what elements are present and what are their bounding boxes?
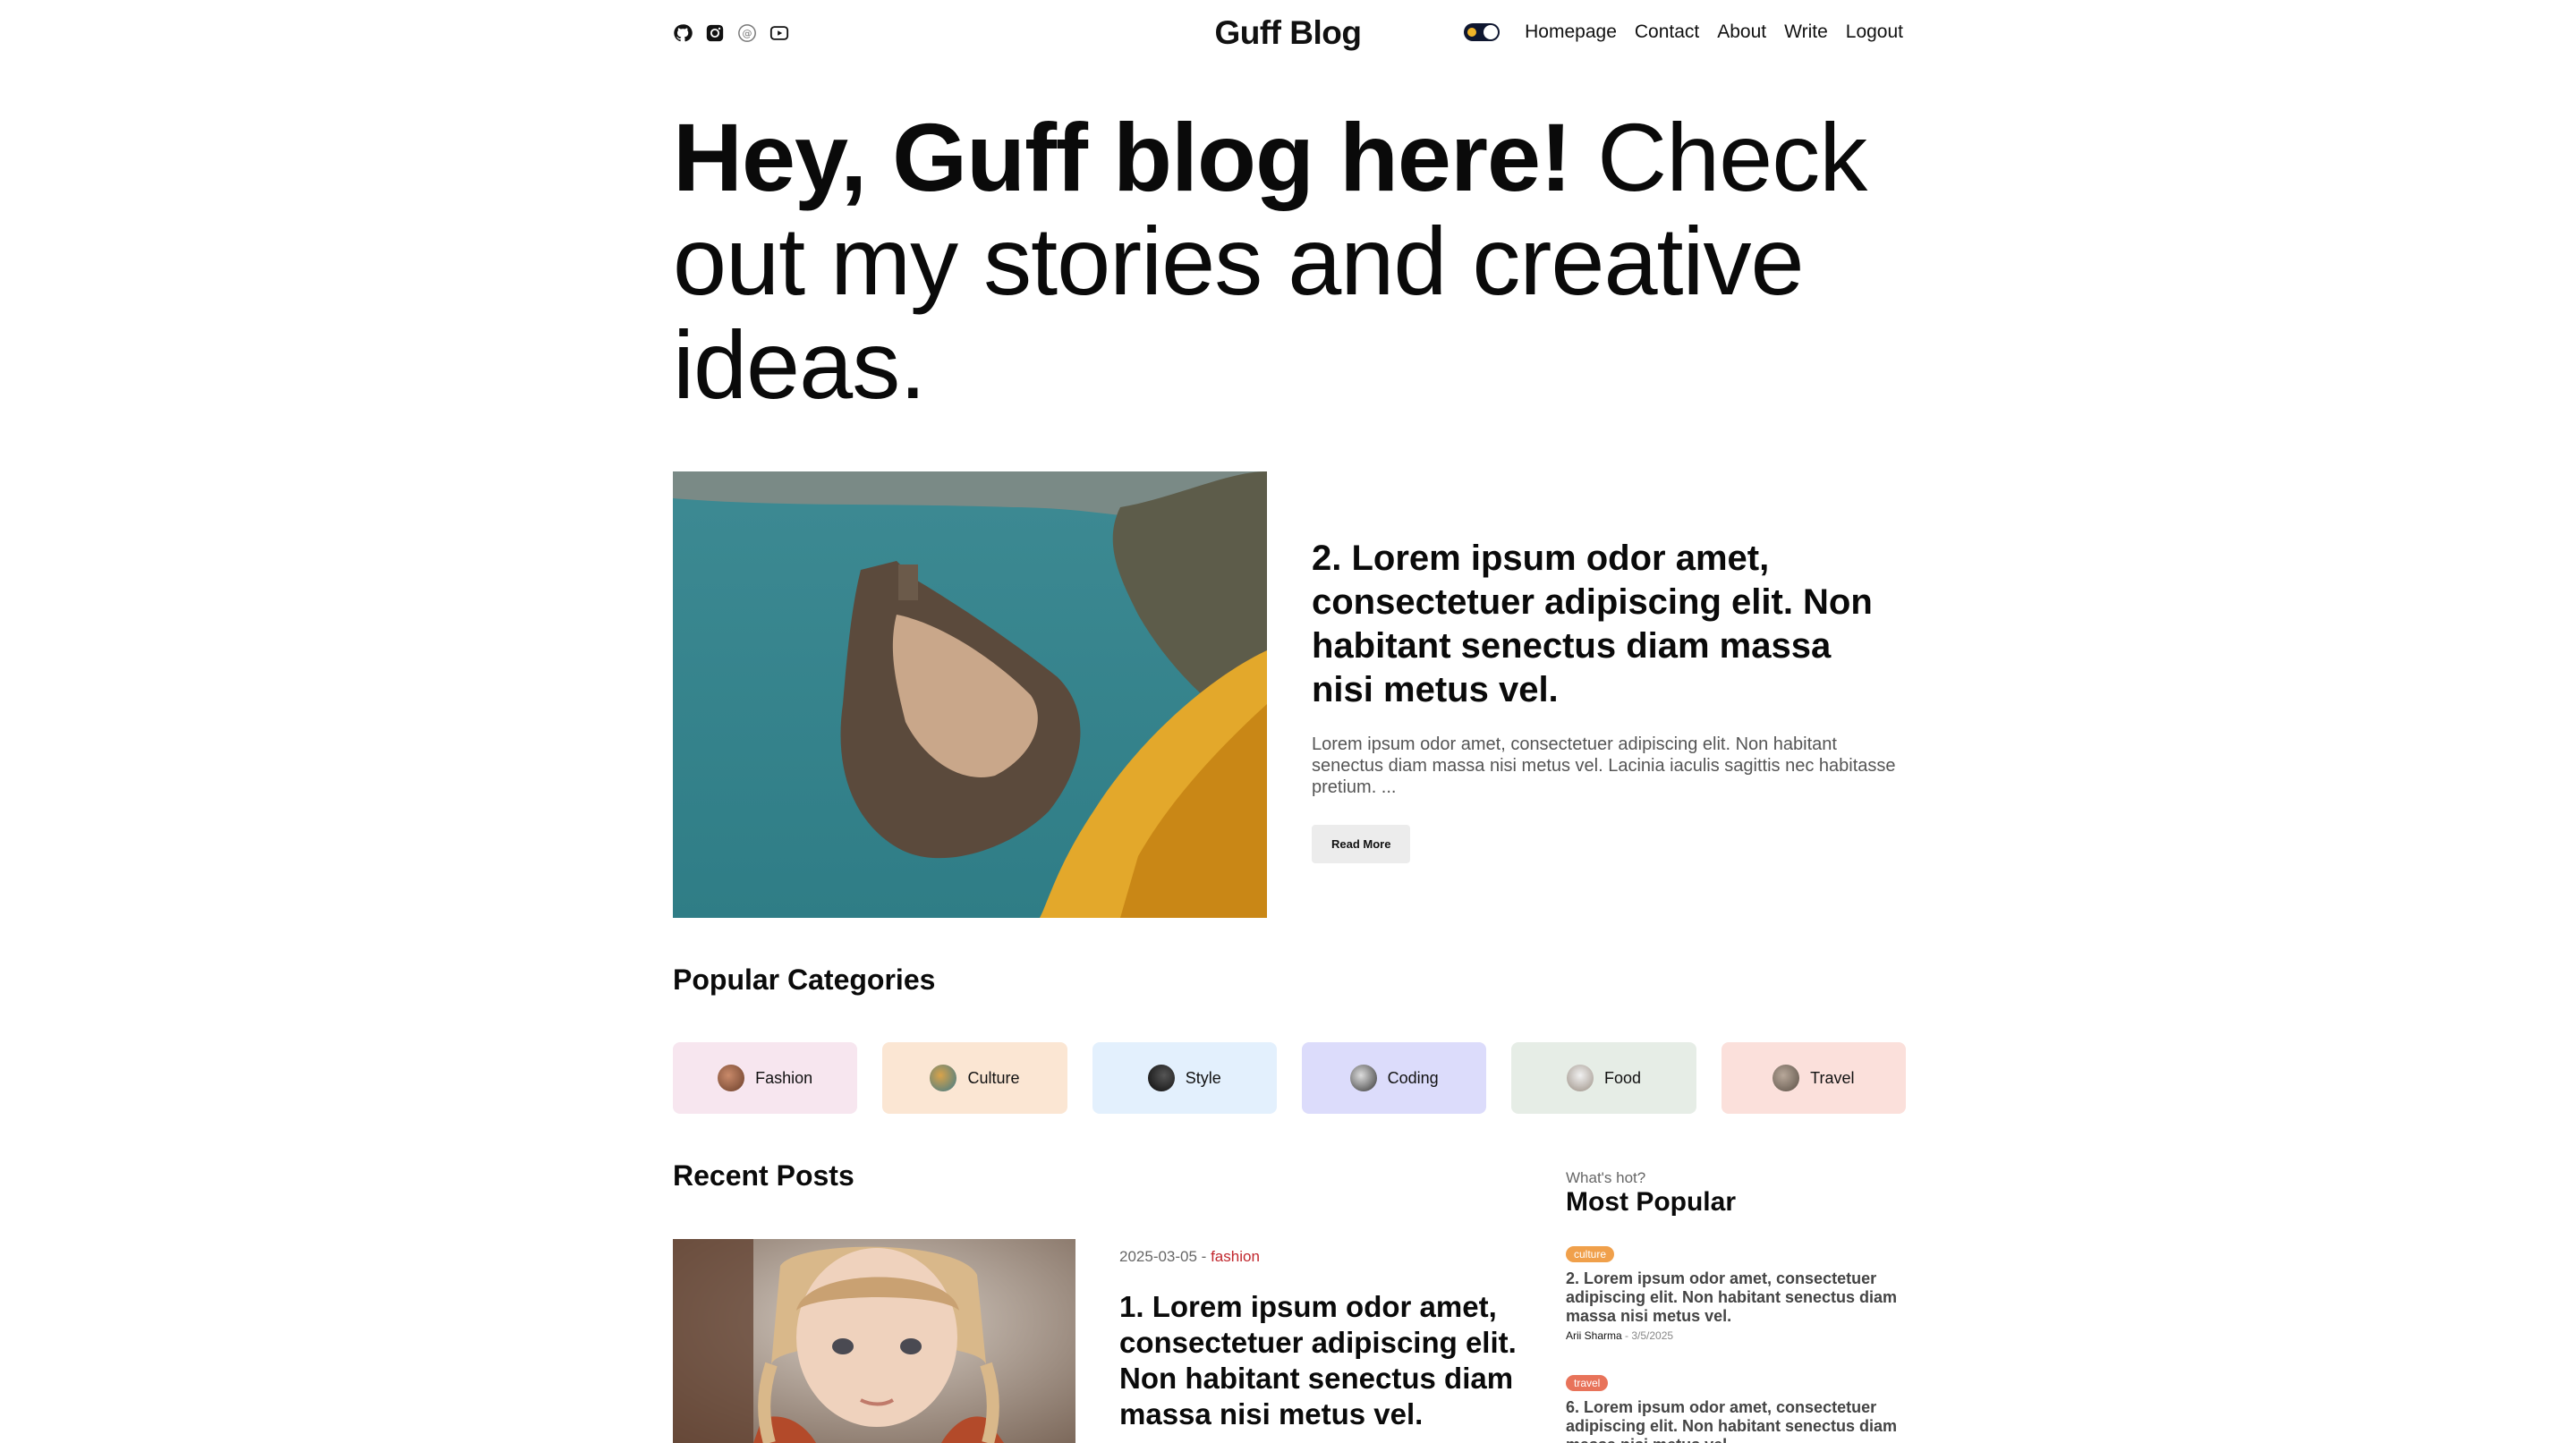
travel-avatar-icon — [1773, 1065, 1800, 1091]
style-avatar-icon — [1147, 1065, 1175, 1091]
category-label: Travel — [1810, 1068, 1855, 1087]
category-badge[interactable]: travel — [1566, 1375, 1609, 1391]
culture-avatar-icon — [930, 1065, 957, 1091]
category-travel[interactable]: Travel — [1721, 1042, 1906, 1114]
nav-menu: Homepage Contact About Write Logout — [1464, 21, 1903, 43]
category-label: Fashion — [755, 1068, 813, 1087]
category-label: Style — [1185, 1068, 1221, 1087]
nav-link-contact[interactable]: Contact — [1635, 21, 1699, 43]
recent-posts-heading: Recent Posts — [673, 1159, 854, 1192]
nav-link-write[interactable]: Write — [1784, 21, 1828, 43]
popular-item-meta: Arii Sharma - 3/5/2025 — [1566, 1329, 1906, 1342]
hero-heading-bold: Hey, Guff blog here! — [673, 103, 1572, 211]
post-date: 2025-03-05 - — [1119, 1248, 1211, 1265]
post-category[interactable]: fashion — [1211, 1248, 1260, 1265]
most-popular-subtitle: What's hot? — [1566, 1169, 1646, 1186]
category-style[interactable]: Style — [1092, 1042, 1277, 1114]
popular-item-title[interactable]: 2. Lorem ipsum odor amet, consectetuer a… — [1566, 1269, 1906, 1326]
category-coding[interactable]: Coding — [1301, 1042, 1487, 1114]
hero-heading: Hey, Guff blog here! Check out my storie… — [673, 106, 1908, 417]
popular-item[interactable]: travel 6. Lorem ipsum odor amet, consect… — [1566, 1375, 1906, 1443]
nav-link-homepage[interactable]: Homepage — [1525, 21, 1617, 43]
category-label: Culture — [967, 1068, 1020, 1087]
categories-heading: Popular Categories — [673, 963, 936, 996]
nav-link-logout[interactable]: Logout — [1846, 21, 1903, 43]
most-popular-heading: Most Popular — [1566, 1187, 1737, 1217]
read-more-button[interactable]: Read More — [1312, 825, 1411, 863]
theme-toggle[interactable] — [1464, 23, 1501, 41]
navbar: @ Guff Blog Homepage Contact About Write… — [0, 0, 2576, 72]
nav-link-about[interactable]: About — [1717, 21, 1766, 43]
category-fashion[interactable]: Fashion — [673, 1042, 858, 1114]
category-culture[interactable]: Culture — [882, 1042, 1067, 1114]
fashion-avatar-icon — [718, 1065, 745, 1091]
recent-post-title[interactable]: 1. Lorem ipsum odor amet, consectetuer a… — [1119, 1289, 1531, 1432]
featured-post: 2. Lorem ipsum odor amet, consectetuer a… — [1312, 537, 1902, 863]
recent-post-meta: 2025-03-05 - fashion — [1119, 1248, 1260, 1266]
recent-post-image[interactable] — [673, 1239, 1075, 1443]
popular-item[interactable]: culture 2. Lorem ipsum odor amet, consec… — [1566, 1246, 1906, 1342]
site-logo[interactable]: Guff Blog — [0, 14, 2576, 52]
coding-avatar-icon — [1349, 1065, 1377, 1091]
food-avatar-icon — [1566, 1065, 1594, 1091]
category-label: Coding — [1387, 1068, 1439, 1087]
post-author: Arii Sharma — [1566, 1329, 1622, 1342]
featured-post-title[interactable]: 2. Lorem ipsum odor amet, consectetuer a… — [1312, 537, 1902, 712]
popular-item-title[interactable]: 6. Lorem ipsum odor amet, consectetuer a… — [1566, 1398, 1906, 1443]
featured-post-image[interactable] — [673, 471, 1267, 918]
category-label: Food — [1603, 1068, 1641, 1087]
category-list: Fashion Culture Style Coding Food Travel — [673, 1042, 1906, 1114]
featured-post-desc: Lorem ipsum odor amet, consectetuer adip… — [1312, 734, 1896, 797]
category-badge[interactable]: culture — [1566, 1246, 1615, 1262]
post-date: - 3/5/2025 — [1621, 1329, 1674, 1342]
category-food[interactable]: Food — [1511, 1042, 1696, 1114]
